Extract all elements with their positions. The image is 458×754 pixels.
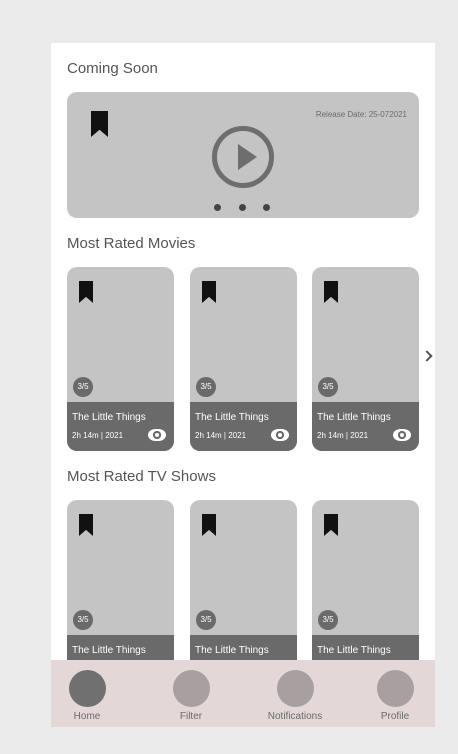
rating-badge: 3/5 — [73, 377, 93, 397]
rating-badge: 3/5 — [196, 377, 216, 397]
app-screen: Coming Soon Release Date: 25-072021 Most… — [51, 43, 435, 727]
movie-card[interactable]: 3/5 The Little Things 2h 14m | 2021 — [67, 267, 174, 451]
bookmark-icon[interactable] — [91, 111, 108, 137]
home-icon[interactable] — [68, 670, 106, 707]
notifications-icon[interactable] — [276, 670, 314, 707]
bookmark-icon[interactable] — [79, 281, 93, 303]
tv-card[interactable]: 3/5 The Little Things — [190, 500, 297, 684]
nav-item-notifications[interactable]: Notifications — [259, 670, 331, 725]
movie-card[interactable]: 3/5 The Little Things 2h 14m | 2021 — [190, 267, 297, 451]
nav-label: Home — [73, 711, 101, 722]
movie-duration: 2h 14m — [72, 431, 99, 440]
coming-soon-banner[interactable]: Release Date: 25-072021 — [67, 92, 419, 218]
movie-year: 2021 — [105, 431, 124, 440]
movies-row: 3/5 The Little Things 2h 14m | 2021 3/5 … — [67, 267, 419, 451]
movie-meta: 2h 14m | 2021 — [195, 431, 247, 440]
movie-duration: 2h 14m — [195, 431, 222, 440]
movie-title: The Little Things — [317, 412, 391, 423]
nav-item-filter[interactable]: Filter — [155, 670, 227, 725]
bookmark-icon[interactable] — [202, 514, 216, 536]
carousel-dot[interactable] — [214, 204, 221, 211]
profile-icon[interactable] — [376, 670, 414, 707]
tv-card[interactable]: 3/5 The Little Things — [312, 500, 419, 684]
tv-title: The Little Things — [317, 645, 391, 656]
tv-title: The Little Things — [72, 645, 146, 656]
rating-badge: 3/5 — [196, 610, 216, 630]
tv-shows-row: 3/5 The Little Things 3/5 The Little Thi… — [67, 500, 419, 684]
movie-year: 2021 — [228, 431, 247, 440]
card-footer: The Little Things 2h 14m | 2021 — [67, 402, 174, 451]
rating-badge: 3/5 — [73, 610, 93, 630]
filter-icon[interactable] — [172, 670, 210, 707]
bookmark-icon[interactable] — [324, 514, 338, 536]
most-rated-tv-title: Most Rated TV Shows — [67, 468, 216, 485]
rating-badge: 3/5 — [318, 377, 338, 397]
movie-card[interactable]: 3/5 The Little Things 2h 14m | 2021 — [312, 267, 419, 451]
movie-meta: 2h 14m | 2021 — [317, 431, 369, 440]
tv-title: The Little Things — [195, 645, 269, 656]
play-icon[interactable] — [212, 126, 274, 188]
most-rated-movies-title: Most Rated Movies — [67, 235, 196, 252]
nav-item-home[interactable]: Home — [51, 670, 123, 725]
eye-icon[interactable] — [271, 429, 289, 441]
release-date: Release Date: 25-072021 — [315, 110, 407, 119]
movie-duration: 2h 14m — [317, 431, 344, 440]
eye-icon[interactable] — [148, 429, 166, 441]
nav-label: Filter — [179, 711, 203, 722]
nav-label: Notifications — [267, 711, 323, 722]
carousel-dot[interactable] — [239, 204, 246, 211]
movie-year: 2021 — [350, 431, 369, 440]
bottom-nav: Home Filter Notifications Profile — [51, 660, 435, 727]
bookmark-icon[interactable] — [79, 514, 93, 536]
tv-card[interactable]: 3/5 The Little Things — [67, 500, 174, 684]
nav-item-profile[interactable]: Profile — [359, 670, 431, 725]
eye-icon[interactable] — [393, 429, 411, 441]
movie-title: The Little Things — [195, 412, 269, 423]
coming-soon-title: Coming Soon — [67, 60, 158, 77]
movie-title: The Little Things — [72, 412, 146, 423]
carousel-dot[interactable] — [263, 204, 270, 211]
bookmark-icon[interactable] — [202, 281, 216, 303]
card-footer: The Little Things 2h 14m | 2021 — [312, 402, 419, 451]
card-footer: The Little Things 2h 14m | 2021 — [190, 402, 297, 451]
nav-label: Profile — [380, 711, 410, 722]
movie-meta: 2h 14m | 2021 — [72, 431, 124, 440]
bookmark-icon[interactable] — [324, 281, 338, 303]
rating-badge: 3/5 — [318, 610, 338, 630]
